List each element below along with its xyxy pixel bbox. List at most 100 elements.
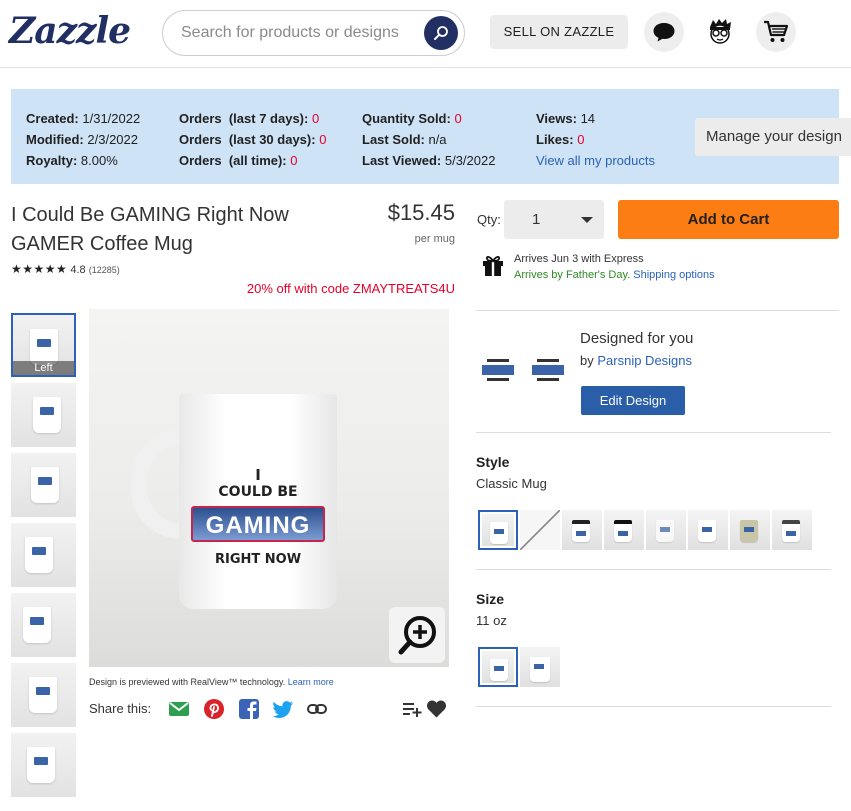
cart-button[interactable] xyxy=(756,12,796,52)
learn-more-link[interactable]: Learn more xyxy=(288,677,334,687)
design-preview-front[interactable] xyxy=(479,355,517,385)
seller-stats-panel: Created: 1/31/2022 Modified: 2/3/2022 Ro… xyxy=(11,89,851,184)
thumbnail-view[interactable] xyxy=(11,593,76,657)
quantity-select[interactable]: 1 xyxy=(504,200,604,239)
messages-button[interactable] xyxy=(644,12,684,52)
last-sold-label: Last Sold: xyxy=(362,132,425,147)
manage-design-button[interactable]: Manage your design xyxy=(695,118,851,156)
chevron-down-icon xyxy=(581,217,593,223)
designer-link[interactable]: Parsnip Designs xyxy=(597,353,692,368)
arrives-fathers-day: Arrives by Father's Day. xyxy=(514,269,631,281)
views-label: Views: xyxy=(536,111,577,126)
product-main-image[interactable]: I COULD BE GAMING RIGHT NOW xyxy=(89,309,449,667)
design-preview-back[interactable] xyxy=(529,355,567,385)
thumbnail-view[interactable] xyxy=(11,733,76,797)
copy-link-icon[interactable] xyxy=(306,698,328,720)
mug-swatch-image xyxy=(740,520,758,542)
shipping-info: Arrives Jun 3 with Express Arrives by Fa… xyxy=(514,251,715,283)
style-option-white[interactable] xyxy=(688,510,728,550)
site-header: Zazzle SELL ON ZAZZLE xyxy=(0,0,851,68)
created-value: 1/31/2022 xyxy=(82,111,141,126)
royalty-row: Royalty: 8.00% xyxy=(26,150,140,171)
size-option-15oz[interactable] xyxy=(520,647,560,687)
royalty-value: 8.00% xyxy=(80,153,118,168)
style-option-black-rim[interactable] xyxy=(562,510,602,550)
quantity-value: 1 xyxy=(532,211,541,228)
orders7-value: 0 xyxy=(311,111,320,126)
search-button[interactable] xyxy=(424,16,458,50)
style-option-travel-mug[interactable] xyxy=(772,510,812,550)
thumbnail-view[interactable] xyxy=(11,383,76,447)
search-bar[interactable] xyxy=(162,10,465,56)
divider xyxy=(476,569,831,570)
zoom-button[interactable] xyxy=(389,607,445,663)
style-option-beer-stein[interactable] xyxy=(730,510,770,550)
size-heading: Size xyxy=(476,591,505,607)
sell-on-zazzle-button[interactable]: SELL ON ZAZZLE xyxy=(490,15,628,49)
mug-thumbnail-image xyxy=(23,607,51,643)
account-avatar[interactable] xyxy=(700,12,740,52)
views-value: 14 xyxy=(580,111,596,126)
gift-icon xyxy=(483,256,503,276)
review-count: (12285) xyxy=(88,265,120,275)
style-option-black-inner[interactable] xyxy=(604,510,644,550)
divider xyxy=(476,706,831,707)
rating-value: 4.8 xyxy=(70,264,86,276)
mug-text-line4: RIGHT NOW xyxy=(214,552,302,567)
stats-col-dates: Created: 1/31/2022 Modified: 2/3/2022 Ro… xyxy=(26,108,140,171)
chat-bubble-icon xyxy=(653,23,675,42)
arrives-express: Arrives Jun 3 with Express xyxy=(514,253,644,265)
last-viewed-value: 5/3/2022 xyxy=(444,153,496,168)
mug-text-gaming: GAMING xyxy=(191,506,325,542)
size-option-11oz[interactable] xyxy=(478,647,518,687)
search-icon xyxy=(434,26,448,40)
thumbnail-label: Left xyxy=(13,361,74,375)
divider xyxy=(476,310,839,311)
add-to-cart-button[interactable]: Add to Cart xyxy=(618,200,839,239)
search-input[interactable] xyxy=(181,22,411,44)
orders30-label: Orders (last 30 days): xyxy=(179,132,316,147)
thumbnail-view[interactable] xyxy=(11,663,76,727)
email-share-icon[interactable] xyxy=(168,698,190,720)
style-option-unavailable[interactable] xyxy=(520,510,560,550)
style-option-classic[interactable] xyxy=(478,510,518,550)
thumbnail-view[interactable] xyxy=(11,523,76,587)
orders7-label: Orders (last 7 days): xyxy=(179,111,309,126)
stats-col-orders: Orders (last 7 days): 0 Orders (last 30 … xyxy=(179,108,326,171)
orders-all-row: Orders (all time): 0 xyxy=(179,150,326,171)
size-value: 11 oz xyxy=(476,613,507,628)
design-art-icon xyxy=(482,359,514,381)
product-rating[interactable]: ★★★★★ 4.8 (12285) xyxy=(11,262,120,276)
style-value: Classic Mug xyxy=(476,476,547,491)
likes-row: Likes: 0 xyxy=(536,129,655,150)
mug-body: I COULD BE GAMING RIGHT NOW xyxy=(179,394,337,609)
thumbnail-left[interactable]: Left xyxy=(11,313,76,377)
heart-like-icon[interactable] xyxy=(426,699,447,719)
orders-all-label: Orders (all time): xyxy=(179,153,287,168)
product-title: I Could Be GAMING Right Now GAMER Coffee… xyxy=(11,204,289,255)
pinterest-share-icon[interactable] xyxy=(203,698,225,720)
edit-design-button[interactable]: Edit Design xyxy=(581,386,685,415)
twitter-share-icon[interactable] xyxy=(272,698,294,720)
style-option-frosted[interactable] xyxy=(646,510,686,550)
mug-swatch-image xyxy=(530,657,550,682)
mug-swatch-image xyxy=(656,520,674,542)
created-label: Created: xyxy=(26,111,79,126)
view-all-products-link[interactable]: View all my products xyxy=(536,153,655,168)
created-row: Created: 1/31/2022 xyxy=(26,108,140,129)
mug-thumbnail-image xyxy=(31,467,59,503)
promo-code-text: 20% off with code ZMAYTREATS4U xyxy=(246,281,455,296)
orders-all-value: 0 xyxy=(290,153,298,168)
mug-swatch-image xyxy=(698,520,716,542)
zazzle-logo[interactable]: Zazzle xyxy=(9,10,131,52)
qty-sold-row: Quantity Sold: 0 xyxy=(362,108,495,129)
facebook-share-icon[interactable] xyxy=(238,698,260,720)
modified-value: 2/3/2022 xyxy=(87,132,138,147)
thumbnail-view[interactable] xyxy=(11,453,76,517)
shipping-options-link[interactable]: Shipping options xyxy=(633,269,714,281)
realview-text: Design is previewed with RealView™ techn… xyxy=(89,677,286,687)
add-to-list-icon[interactable] xyxy=(402,699,422,719)
views-row: Views: 14 xyxy=(536,108,655,129)
stats-col-views: Views: 14 Likes: 0 View all my products xyxy=(536,108,655,171)
likes-label: Likes: xyxy=(536,132,574,147)
